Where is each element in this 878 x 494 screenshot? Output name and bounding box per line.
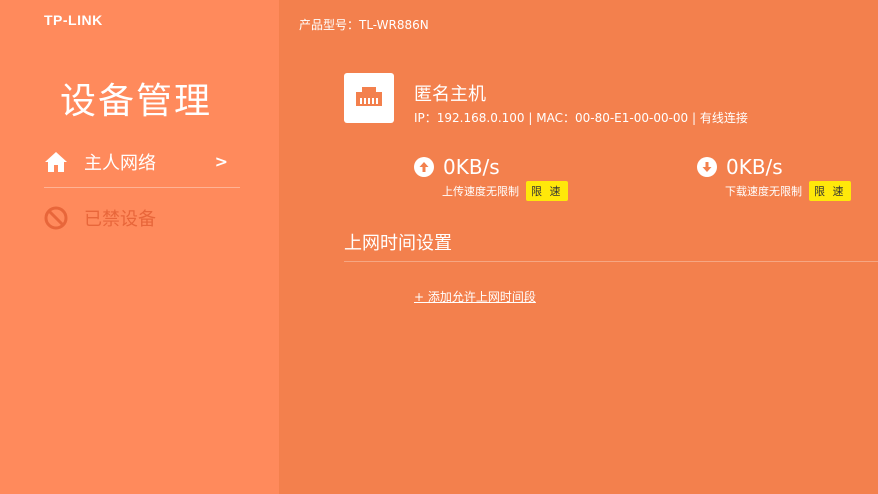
upload-speed: 0KB/s 上传速度无限制 限 速 — [414, 155, 568, 201]
home-icon — [44, 150, 68, 174]
device-info: IP：192.168.0.100 | MAC：00-80-E1-00-00-00… — [414, 111, 748, 125]
sidebar: TP-LINK 设备管理 主人网络 > 已禁设备 — [0, 0, 279, 494]
sidebar-item-host-network[interactable]: 主人网络 > — [44, 142, 240, 182]
arrow-down-icon — [697, 157, 717, 177]
tp-link-logo: TP-LINK — [44, 12, 103, 28]
time-settings-title: 上网时间设置 — [344, 233, 452, 254]
sidebar-divider — [44, 187, 240, 188]
upload-speed-value: 0KB/s — [443, 155, 500, 179]
download-speed: 0KB/s 下载速度无限制 限 速 — [697, 155, 851, 201]
chevron-right-icon: > — [214, 152, 228, 171]
sidebar-item-label: 已禁设备 — [84, 209, 156, 230]
download-speed-status: 下载速度无限制 — [725, 185, 802, 198]
add-time-slot-link[interactable]: + 添加允许上网时间段 — [414, 288, 536, 305]
download-limit-button[interactable]: 限 速 — [809, 181, 851, 201]
device-icon-box — [344, 73, 394, 123]
upload-limit-button[interactable]: 限 速 — [526, 181, 568, 201]
ethernet-icon — [354, 84, 384, 112]
block-icon — [44, 206, 68, 230]
upload-speed-status: 上传速度无限制 — [442, 185, 519, 198]
arrow-up-icon — [414, 157, 434, 177]
section-divider — [344, 261, 878, 262]
device-name: 匿名主机 — [414, 84, 486, 105]
sidebar-title: 设备管理 — [60, 81, 213, 122]
product-model: 产品型号：TL-WR886N — [299, 18, 429, 32]
sidebar-item-blocked-devices[interactable]: 已禁设备 — [44, 198, 156, 238]
download-speed-value: 0KB/s — [726, 155, 783, 179]
sidebar-item-label: 主人网络 — [84, 153, 156, 174]
